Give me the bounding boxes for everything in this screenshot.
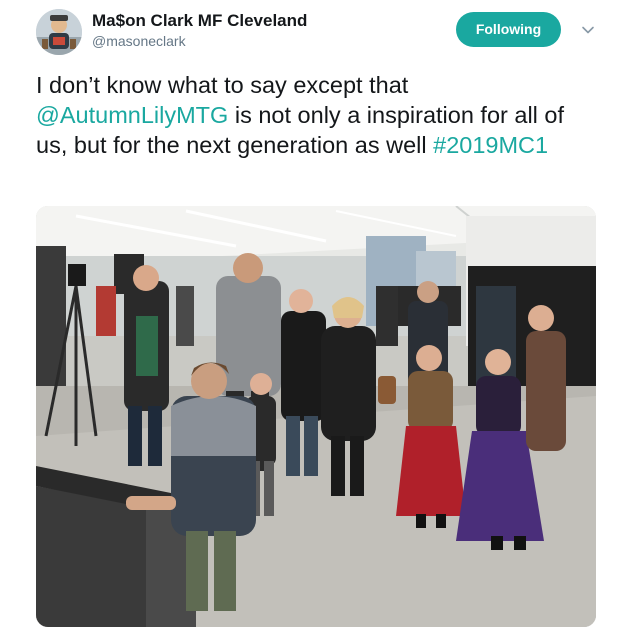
chevron-down-icon[interactable] xyxy=(581,23,595,37)
user-handle[interactable]: @masoneclark xyxy=(92,32,307,50)
tweet-text: I don’t know what to say except that @Au… xyxy=(36,70,596,160)
tweet-text-part: I don’t know what to say except that xyxy=(36,72,409,98)
tweet-header: Ma$on Clark MF Cleveland @masoneclark Fo… xyxy=(36,9,606,55)
avatar-image xyxy=(36,9,82,55)
mention-link[interactable]: @AutumnLilyMTG xyxy=(36,102,228,128)
hashtag-link[interactable]: #2019MC1 xyxy=(433,132,548,158)
following-button[interactable]: Following xyxy=(456,12,561,47)
photo-image xyxy=(36,206,596,627)
tweet-photo[interactable] xyxy=(36,206,596,627)
avatar[interactable] xyxy=(36,9,82,55)
user-names: Ma$on Clark MF Cleveland @masoneclark xyxy=(92,11,307,50)
display-name[interactable]: Ma$on Clark MF Cleveland xyxy=(92,11,307,31)
tweet-card: Ma$on Clark MF Cleveland @masoneclark Fo… xyxy=(0,0,621,639)
